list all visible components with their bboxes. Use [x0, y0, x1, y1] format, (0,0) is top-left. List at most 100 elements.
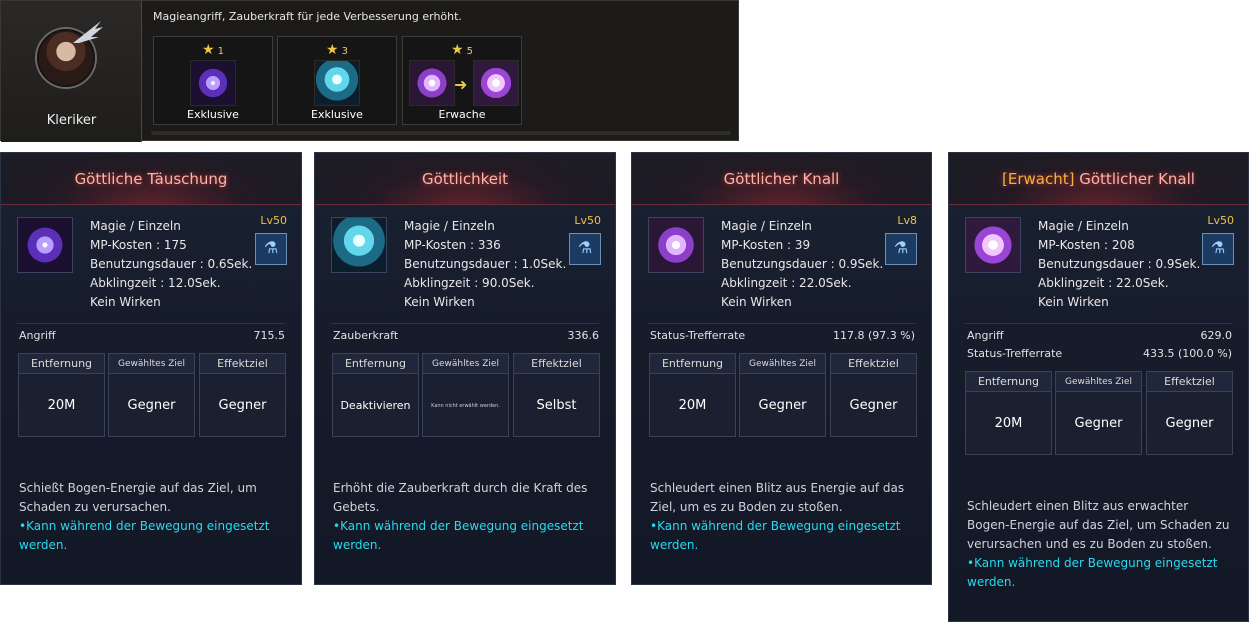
horizontal-scrollbar[interactable] — [151, 131, 731, 135]
stat-duration: Benutzungsdauer : 0.6Sek. — [90, 257, 253, 271]
range-value: 20M — [994, 416, 1023, 431]
skill-card-3: Göttlicher Knall Magie / Einzeln MP-Kost… — [631, 152, 932, 585]
description-text: Schleudert einen Blitz aus erwachter Bog… — [967, 499, 1230, 551]
skill-selection-bar: Kleriker Magieangriff, Zauberkraft für j… — [0, 0, 739, 142]
attr-row: Zauberkraft 336.6 — [333, 329, 599, 342]
stat-cooldown: Abklingzeit : 22.0Sek. — [1038, 276, 1169, 290]
movement-note: •Kann während der Bewegung eingesetzt we… — [333, 519, 584, 552]
target-box: Gewähltes Ziel Kann nicht erwählt werden… — [422, 353, 509, 437]
class-name: Kleriker — [46, 113, 97, 128]
range-box: Entfernung 20M — [965, 371, 1052, 455]
target-label: Gewähltes Ziel — [423, 354, 508, 374]
star-rank: ★ 5 — [451, 42, 473, 58]
divider — [965, 323, 1232, 324]
attr-value: 715.5 — [253, 329, 286, 342]
range-value: Deaktivieren — [340, 399, 411, 412]
skill-level: Lv50 — [260, 214, 287, 227]
awakened-burst-icon — [965, 217, 1021, 273]
effect-target-value: Gegner — [849, 398, 898, 413]
stat-cooldown: Abklingzeit : 12.0Sek. — [90, 276, 221, 290]
attr-row: Status-Trefferrate 433.5 (100.0 %) — [967, 347, 1232, 360]
target-box: Gewähltes Ziel Gegner — [108, 353, 195, 437]
effect-target-box: Effektziel Gegner — [1146, 371, 1233, 455]
potion-icon[interactable] — [569, 233, 601, 265]
effect-target-box: Effektziel Gegner — [199, 353, 286, 437]
stat-duration: Benutzungsdauer : 0.9Sek. — [721, 257, 884, 271]
stat-type: Magie / Einzeln — [1038, 219, 1129, 233]
skill-stats: Magie / Einzeln MP-Kosten : 175 Benutzun… — [90, 217, 252, 312]
skill-title-text: Göttlicher Knall — [1074, 170, 1195, 188]
skill-slot-1[interactable]: ★ 1 Exklusive — [153, 36, 273, 125]
stat-cooldown: Abklingzeit : 90.0Sek. — [404, 276, 535, 290]
movement-note: •Kann während der Bewegung eingesetzt we… — [19, 519, 270, 552]
attr-name: Status-Trefferrate — [650, 329, 746, 342]
slot-label: Erwache — [438, 108, 486, 121]
target-value: Kann nicht erwählt werden. — [431, 403, 500, 409]
skill-level: Lv50 — [1207, 214, 1234, 227]
burst-icon — [648, 217, 704, 273]
awakened-prefix: [Erwacht] — [1002, 170, 1075, 188]
skill-title: [Erwacht] Göttlicher Knall — [949, 170, 1248, 188]
card-header: [Erwacht] Göttlicher Knall — [949, 153, 1248, 205]
skill-description: Schleudert einen Blitz aus Energie auf d… — [650, 479, 917, 555]
star-icon: ★ — [202, 42, 215, 58]
stat-cooldown: Abklingzeit : 22.0Sek. — [721, 276, 852, 290]
attr-value: 433.5 (100.0 %) — [1142, 347, 1232, 360]
potion-icon[interactable] — [1202, 233, 1234, 265]
range-label: Entfernung — [19, 354, 104, 374]
attr-value: 629.0 — [1200, 329, 1233, 342]
slot-label: Exklusive — [311, 108, 363, 121]
stat-cast: Kein Wirken — [1038, 295, 1109, 309]
star-rank: ★ 1 — [202, 42, 224, 58]
skill-card-1: Göttliche Täuschung Magie / Einzeln MP-K… — [0, 152, 302, 585]
arrow-right-icon: ➜ — [454, 75, 468, 94]
purple-orb-icon — [17, 217, 73, 273]
skill-title: Göttlicher Knall — [723, 170, 840, 188]
range-box: Entfernung 20M — [649, 353, 736, 437]
skill-title: Göttlichkeit — [421, 170, 509, 188]
range-value: 20M — [47, 398, 76, 413]
skill-description: Schießt Bogen-Energie auf das Ziel, um S… — [19, 479, 287, 555]
target-label: Gewähltes Ziel — [109, 354, 194, 374]
divider — [648, 323, 915, 324]
slot-label: Exklusive — [187, 108, 239, 121]
awakened-burst-icon — [473, 60, 519, 106]
attr-value: 336.6 — [567, 329, 600, 342]
description-text: Erhöht die Zauberkraft durch die Kraft d… — [333, 481, 588, 514]
target-box: Gewähltes Ziel Gegner — [1055, 371, 1142, 455]
description-text: Schießt Bogen-Energie auf das Ziel, um S… — [19, 481, 257, 514]
attr-row: Angriff 629.0 — [967, 329, 1232, 342]
stat-mp: MP-Kosten : 208 — [1038, 238, 1135, 252]
skill-stats: Magie / Einzeln MP-Kosten : 336 Benutzun… — [404, 217, 566, 312]
effect-target-value: Selbst — [536, 398, 577, 413]
skill-level: Lv50 — [574, 214, 601, 227]
skill-description: Schleudert einen Blitz aus erwachter Bog… — [967, 497, 1234, 592]
star-rank: ★ 3 — [326, 42, 348, 58]
effect-target-value: Gegner — [218, 398, 267, 413]
stat-type: Magie / Einzeln — [721, 219, 812, 233]
attr-row: Status-Trefferrate 117.8 (97.3 %) — [650, 329, 915, 342]
target-value: Gegner — [127, 398, 176, 413]
skill-slot-2[interactable]: ★ 3 Exklusive — [277, 36, 397, 125]
cyan-figure-icon — [331, 217, 387, 273]
target-value: Gegner — [1074, 416, 1123, 431]
stat-type: Magie / Einzeln — [90, 219, 181, 233]
star-icon: ★ — [326, 42, 339, 58]
target-label: Gewähltes Ziel — [1056, 372, 1141, 392]
potion-icon[interactable] — [885, 233, 917, 265]
range-label: Entfernung — [333, 354, 418, 374]
attr-value: 117.8 (97.3 %) — [832, 329, 915, 342]
skill-stats: Magie / Einzeln MP-Kosten : 208 Benutzun… — [1038, 217, 1200, 312]
card-header: Göttlicher Knall — [632, 153, 931, 205]
target-box: Gewähltes Ziel Gegner — [739, 353, 826, 437]
class-panel[interactable]: Kleriker — [1, 1, 142, 142]
attr-row: Angriff 715.5 — [19, 329, 285, 342]
purple-orb-icon — [190, 60, 236, 106]
skill-title: Göttliche Täuschung — [74, 170, 228, 188]
effect-target-box: Effektziel Gegner — [830, 353, 917, 437]
skill-slot-3[interactable]: ★ 5 ➜ Erwache — [402, 36, 522, 125]
potion-icon[interactable] — [255, 233, 287, 265]
stat-duration: Benutzungsdauer : 1.0Sek. — [404, 257, 567, 271]
range-box: Entfernung Deaktivieren — [332, 353, 419, 437]
card-header: Göttlichkeit — [315, 153, 615, 205]
